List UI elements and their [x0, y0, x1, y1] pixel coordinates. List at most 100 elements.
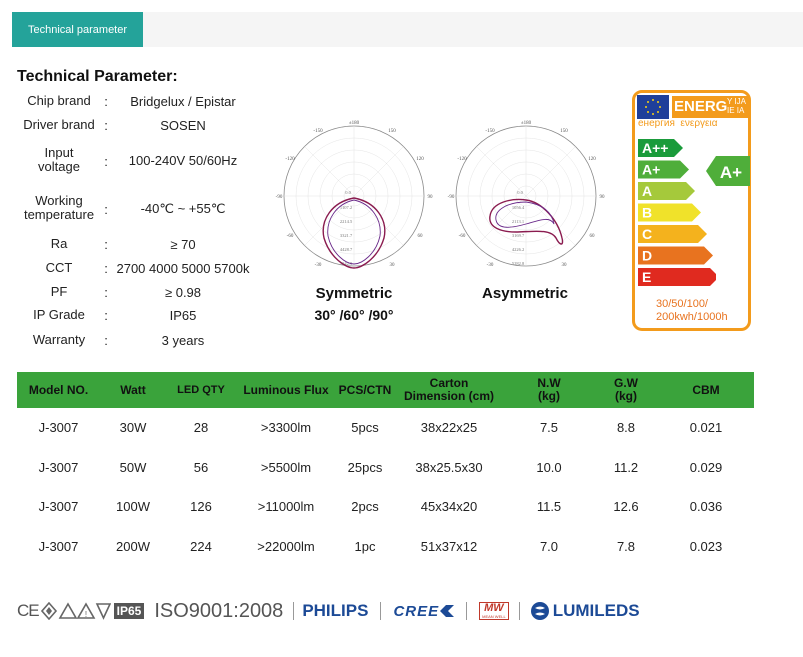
- eu-flag-icon: [637, 95, 669, 119]
- radial-label: 1056.4: [512, 205, 525, 210]
- cell-model: J-3007: [38, 459, 79, 475]
- energy-rating-arrow: A+: [706, 156, 750, 186]
- spec-label-ra: Ra: [50, 236, 68, 251]
- angle-label: -120: [285, 157, 295, 162]
- angle-label: -150: [485, 129, 495, 134]
- angle-label: -60: [459, 234, 466, 239]
- energy-class-label: A++: [642, 140, 668, 156]
- radial-label: 2113.1: [512, 219, 524, 224]
- energy-footer-2: 200kwh/1000h: [656, 311, 728, 323]
- spec-value-input-voltage: 100-240V 50/60Hz: [128, 153, 238, 168]
- cell-cbm: 0.036: [689, 499, 723, 515]
- table-header-row: Model NO. Watt LED QTY Luminous Flux PCS…: [17, 372, 754, 408]
- cell-model: J-3007: [38, 420, 79, 436]
- cell-pcs-ctn: 2pcs: [351, 499, 379, 515]
- angle-label: 60: [418, 234, 424, 239]
- cell-led-qty: 56: [193, 459, 209, 475]
- cell-nw: 10.0: [536, 459, 562, 475]
- cell-gw: 7.8: [616, 538, 636, 554]
- table-row: J-3007 30W 28 >3300lm 5pcs 38x22x25 7.5 8.8 0.02…: [17, 408, 754, 448]
- tab-technical-parameter[interactable]: Technical parameter: [12, 12, 143, 47]
- spec-value-driver-brand: SOSEN: [160, 118, 206, 133]
- spec-label-warranty: Warranty: [32, 332, 86, 347]
- energy-class-label: A: [642, 183, 652, 199]
- table-row: J-3007 50W 56 >5500lm 25pcs 38x25.5x30 10.0 11.…: [17, 448, 754, 488]
- cell-watt: 30W: [119, 420, 147, 436]
- cree-logo: CREE: [393, 602, 440, 620]
- col-header-pcs-ctn: PCS/CTN: [336, 372, 394, 408]
- energy-class-label: C: [642, 226, 652, 242]
- spec-label-cct: CCT: [45, 260, 73, 275]
- cell-watt: 200W: [116, 538, 150, 554]
- energy-title: ENERG: [674, 98, 728, 115]
- col-header-nw: N.W (kg): [504, 372, 594, 408]
- meanwell-text: MEAN WELL: [482, 614, 506, 619]
- spec-label-pf: PF: [50, 284, 68, 299]
- spec-label-input-voltage: Input voltage: [38, 145, 80, 174]
- radial-label: 3169.7: [512, 233, 525, 238]
- angle-label: -120: [457, 157, 467, 162]
- cell-luminous-flux: >11000lm: [257, 499, 315, 515]
- cell-model: J-3007: [38, 538, 79, 554]
- col-header-cbm: CBM: [658, 372, 754, 408]
- col-header-watt: Watt: [100, 372, 166, 408]
- angle-label: -150: [313, 129, 323, 134]
- energy-class-label: E: [642, 269, 651, 285]
- spec-value-ra: ≥ 70: [170, 237, 196, 252]
- col-header-luminous-flux: Luminous Flux: [236, 372, 336, 408]
- angle-label: 90: [428, 195, 434, 200]
- polar-diagram-asymmetric: ±180 -150 150 -120 120 -90 90 -60 60 -30…: [448, 121, 606, 268]
- spec-value-cct: 2700 4000 5000 5700k: [116, 261, 250, 276]
- cell-gw: 8.8: [616, 420, 636, 436]
- divider: [518, 602, 520, 620]
- cell-cbm: 0.029: [689, 459, 723, 475]
- meanwell-mark: MW: [484, 602, 504, 614]
- section-title: Technical Parameter:: [17, 68, 178, 85]
- caption-asymmetric: Asymmetric: [482, 285, 568, 302]
- cell-nw: 7.0: [539, 538, 559, 554]
- iso-certification: ISO9001:2008: [154, 599, 284, 622]
- radial-label: 0.0: [517, 190, 523, 195]
- angle-label: 90: [600, 195, 606, 200]
- caption-beam-angles: 30° /60° /90°: [314, 307, 394, 323]
- table-row: J-3007 200W 224 >22000lm 1pc 51x37x12 7.0 7.8 0.…: [17, 527, 754, 567]
- energy-title-suffix-1: Y IJA: [727, 97, 746, 106]
- polar-grid: [284, 126, 424, 266]
- cell-carton-dimension: 38x25.5x30: [415, 459, 483, 475]
- cell-carton-dimension: 51x37x12: [420, 538, 478, 554]
- philips-logo: PHILIPS: [302, 601, 369, 620]
- meanwell-logo: MW MEAN WELL: [479, 602, 509, 620]
- spec-value-working-temperature: -40℃ ~ +55℃: [140, 201, 226, 216]
- radial-label: 4428.7: [340, 247, 353, 252]
- table-row: J-3007 100W 126 >11000lm 2pcs 45x34x20 11.5 12.…: [17, 487, 754, 527]
- rating-label: A+: [720, 163, 742, 182]
- cree-mark-icon: [440, 605, 455, 617]
- spec-value-warranty: 3 years: [161, 333, 205, 348]
- spec-value-chip-brand: Bridgelux / Epistar: [130, 94, 236, 109]
- spec-label-working-temperature: Working temperature: [23, 193, 95, 222]
- ce-mark-icon: CE: [17, 601, 40, 620]
- energy-footer-1: 30/50/100/: [656, 298, 708, 310]
- cell-cbm: 0.021: [689, 420, 723, 436]
- ip65-badge: IP65: [113, 603, 145, 619]
- energy-class-arrows: A++ A+ ABCDE: [638, 139, 716, 286]
- col-header-led-qty: LED QTY: [166, 372, 236, 408]
- cell-led-qty: 126: [190, 499, 212, 515]
- spec-value-ip-grade: IP65: [169, 308, 197, 323]
- col-header-carton-dimension: Carton Dimension (cm): [394, 372, 504, 408]
- angle-label: -60: [287, 234, 294, 239]
- safety-marks-icon: !: [40, 602, 111, 620]
- divider: [380, 602, 382, 620]
- radial-label: 5282.8: [512, 261, 525, 266]
- cell-pcs-ctn: 1pc: [354, 538, 376, 554]
- cell-cbm: 0.023: [689, 538, 723, 554]
- energy-class-label: B: [642, 205, 652, 221]
- divider: [466, 602, 468, 620]
- angle-label: 150: [560, 129, 568, 134]
- cell-nw: 11.5: [536, 499, 562, 515]
- cell-watt: 50W: [119, 459, 147, 475]
- certification-bar: CE ! IP65 ISO9001:2008 PHILIPS CREE MW M…: [17, 600, 640, 622]
- angle-label: -30: [487, 263, 494, 268]
- cell-gw: 12.6: [613, 499, 639, 515]
- cell-luminous-flux: >3300lm: [260, 420, 312, 436]
